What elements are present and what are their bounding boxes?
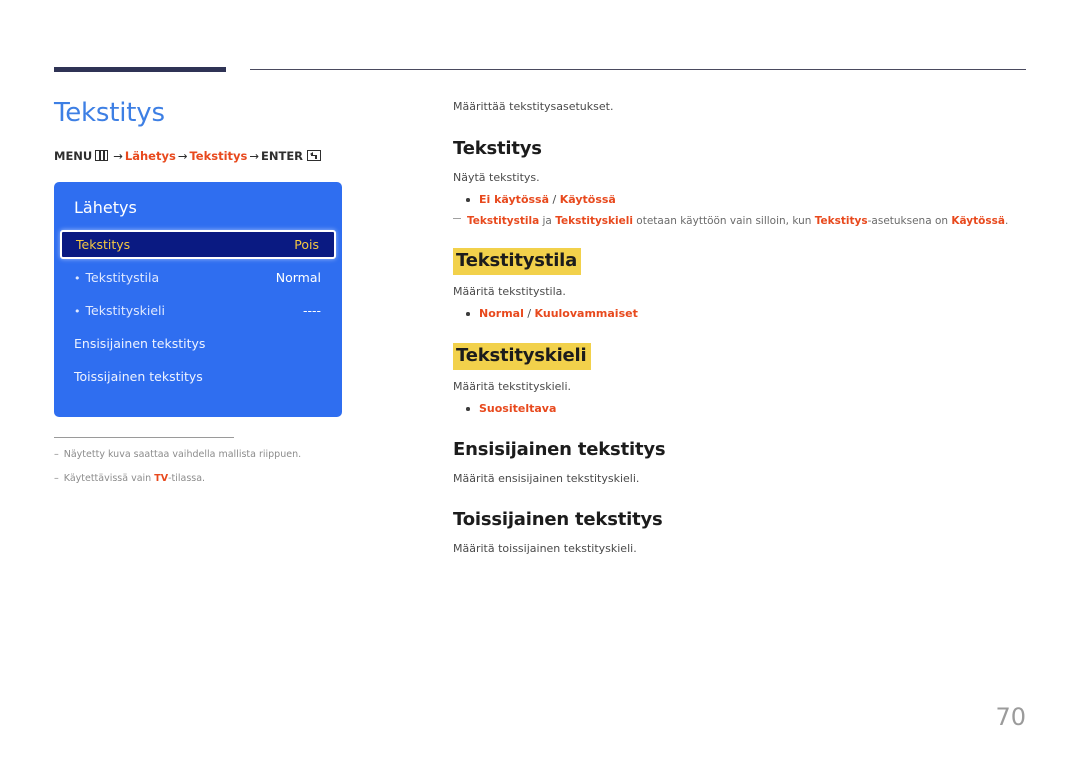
- footnote-text-post: -tilassa.: [168, 473, 206, 484]
- osd-bullet-icon: •: [74, 305, 81, 318]
- footnote-dash: –: [54, 473, 59, 484]
- section-body: Määritä ensisijainen tekstityskieli.: [453, 472, 640, 485]
- osd-panel-title: Lähetys: [74, 198, 137, 217]
- section-heading: Tekstitys: [453, 138, 542, 159]
- footnote-dash: –: [54, 449, 59, 460]
- option-separator: /: [523, 307, 535, 320]
- breadcrumb-arrow-2: →: [177, 149, 188, 163]
- osd-row-toissijainen-tekstitys[interactable]: Toissijainen tekstitys: [54, 362, 342, 391]
- option-item: Ei käytössä / Käytössä: [453, 191, 1028, 208]
- footnote-1: – Näytetty kuva saattaa vaihdella mallist…: [54, 448, 414, 462]
- section-toissijainen-tekstitys: Toissijainen tekstitys Määritä toissijai…: [453, 508, 1028, 557]
- osd-row-tekstitystila[interactable]: • Tekstitystila Normal: [54, 263, 342, 292]
- section-heading: Ensisijainen tekstitys: [453, 439, 666, 460]
- osd-row-tekstityskieli[interactable]: • Tekstityskieli ----: [54, 296, 342, 325]
- section-body: Näytä tekstitys.: [453, 171, 540, 184]
- header-accent-bar: [54, 67, 226, 72]
- option-item: Suositeltava: [453, 400, 1028, 417]
- osd-row-label: Ensisijainen tekstitys: [74, 336, 206, 351]
- section-heading: Toissijainen tekstitys: [453, 509, 663, 530]
- breadcrumb-arrow-1: →: [113, 149, 123, 163]
- option-list: Ei käytössä / Käytössä: [453, 191, 1028, 208]
- breadcrumb-item-tekstitys[interactable]: Tekstitys: [189, 149, 247, 163]
- option-b: Käytössä: [559, 193, 616, 206]
- osd-row-value: Pois: [294, 237, 319, 252]
- osd-row-value: Normal: [275, 270, 321, 285]
- note-part-8: .: [1004, 215, 1009, 227]
- option-item: Normal / Kuulovammaiset: [453, 305, 1028, 322]
- osd-row-label: Tekstitys: [76, 237, 131, 252]
- option-list: Suositeltava: [453, 400, 1028, 417]
- osd-row-tekstitys[interactable]: Tekstitys Pois: [60, 230, 336, 259]
- footnote-divider: [54, 437, 234, 438]
- page-header-rules: [0, 0, 1080, 72]
- menu-grid-icon: [95, 150, 109, 161]
- section-tekstityskieli: Tekstityskieli Määritä tekstityskieli. S…: [453, 343, 1028, 417]
- section-tekstitys: Tekstitys Näytä tekstitys. Ei käytössä /…: [453, 137, 1028, 229]
- enter-key-icon: [307, 150, 322, 161]
- note-part-5: Tekstitys: [814, 215, 868, 227]
- footnote-highlight: TV: [154, 473, 169, 484]
- page-number: 70: [995, 703, 1026, 731]
- header-divider-line: [250, 69, 1026, 70]
- option-list: Normal / Kuulovammaiset: [453, 305, 1028, 322]
- footnote-2: – Käytettävissä vain TV-tilassa.: [54, 472, 414, 486]
- section-body: Määritä tekstityskieli.: [453, 380, 572, 393]
- footnote-text: Näytetty kuva saattaa vaihdella mallista…: [63, 449, 302, 460]
- osd-row-value: ----: [302, 303, 321, 318]
- breadcrumb: MENU → Lähetys → Tekstitys → ENTER: [54, 148, 414, 164]
- intro-text: Määrittää tekstitysasetukset.: [453, 100, 614, 113]
- section-heading: Tekstitystila: [453, 248, 582, 275]
- section-note: Tekstitystila ja Tekstityskieli otetaan …: [453, 213, 1028, 229]
- osd-panel: Lähetys Tekstitys Pois • Tekstitystila No…: [54, 182, 342, 417]
- option-a: Ei käytössä: [479, 193, 550, 206]
- section-ensisijainen-tekstitys: Ensisijainen tekstitys Määritä ensisijai…: [453, 438, 1028, 487]
- section-tekstitystila: Tekstitystila Määritä tekstitystila. Nor…: [453, 248, 1028, 322]
- osd-row-label-group: • Tekstitystila: [74, 270, 159, 285]
- breadcrumb-enter-label: ENTER: [261, 149, 304, 163]
- note-part-4: otetaan käyttöön vain silloin, kun: [632, 215, 815, 227]
- option-a: Normal: [479, 307, 524, 320]
- section-body: Määritä toissijainen tekstityskieli.: [453, 542, 637, 555]
- page-title: Tekstitys: [54, 98, 165, 128]
- left-column: Tekstitys MENU → Lähetys → Tekstitys → ENTER L…: [54, 96, 414, 486]
- option-a: Suositeltava: [479, 402, 557, 415]
- section-heading: Tekstityskieli: [453, 343, 591, 370]
- option-b: Kuulovammaiset: [534, 307, 638, 320]
- footnote-text-pre: Käytettävissä vain: [63, 473, 155, 484]
- note-part-3: Tekstityskieli: [555, 215, 633, 227]
- note-part-7: Käytössä: [951, 215, 1005, 227]
- breadcrumb-arrow-3: →: [249, 149, 259, 163]
- breadcrumb-menu-label: MENU: [54, 149, 93, 163]
- right-column: Määrittää tekstitysasetukset. Tekstitys …: [453, 99, 1028, 578]
- section-body: Määritä tekstitystila.: [453, 285, 566, 298]
- osd-bullet-icon: •: [74, 272, 81, 285]
- osd-row-label: Tekstitystila: [85, 270, 160, 285]
- note-part-2: ja: [539, 215, 556, 227]
- note-part-6: -asetuksena on: [867, 215, 952, 227]
- breadcrumb-item-lahetys[interactable]: Lähetys: [125, 149, 176, 163]
- option-separator: /: [549, 193, 560, 206]
- note-part-1: Tekstitystila: [467, 215, 540, 227]
- osd-row-ensisijainen-tekstitys[interactable]: Ensisijainen tekstitys: [54, 329, 342, 358]
- osd-row-label-group: • Tekstityskieli: [74, 303, 165, 318]
- osd-row-label: Toissijainen tekstitys: [74, 369, 203, 384]
- osd-row-label: Tekstityskieli: [85, 303, 166, 318]
